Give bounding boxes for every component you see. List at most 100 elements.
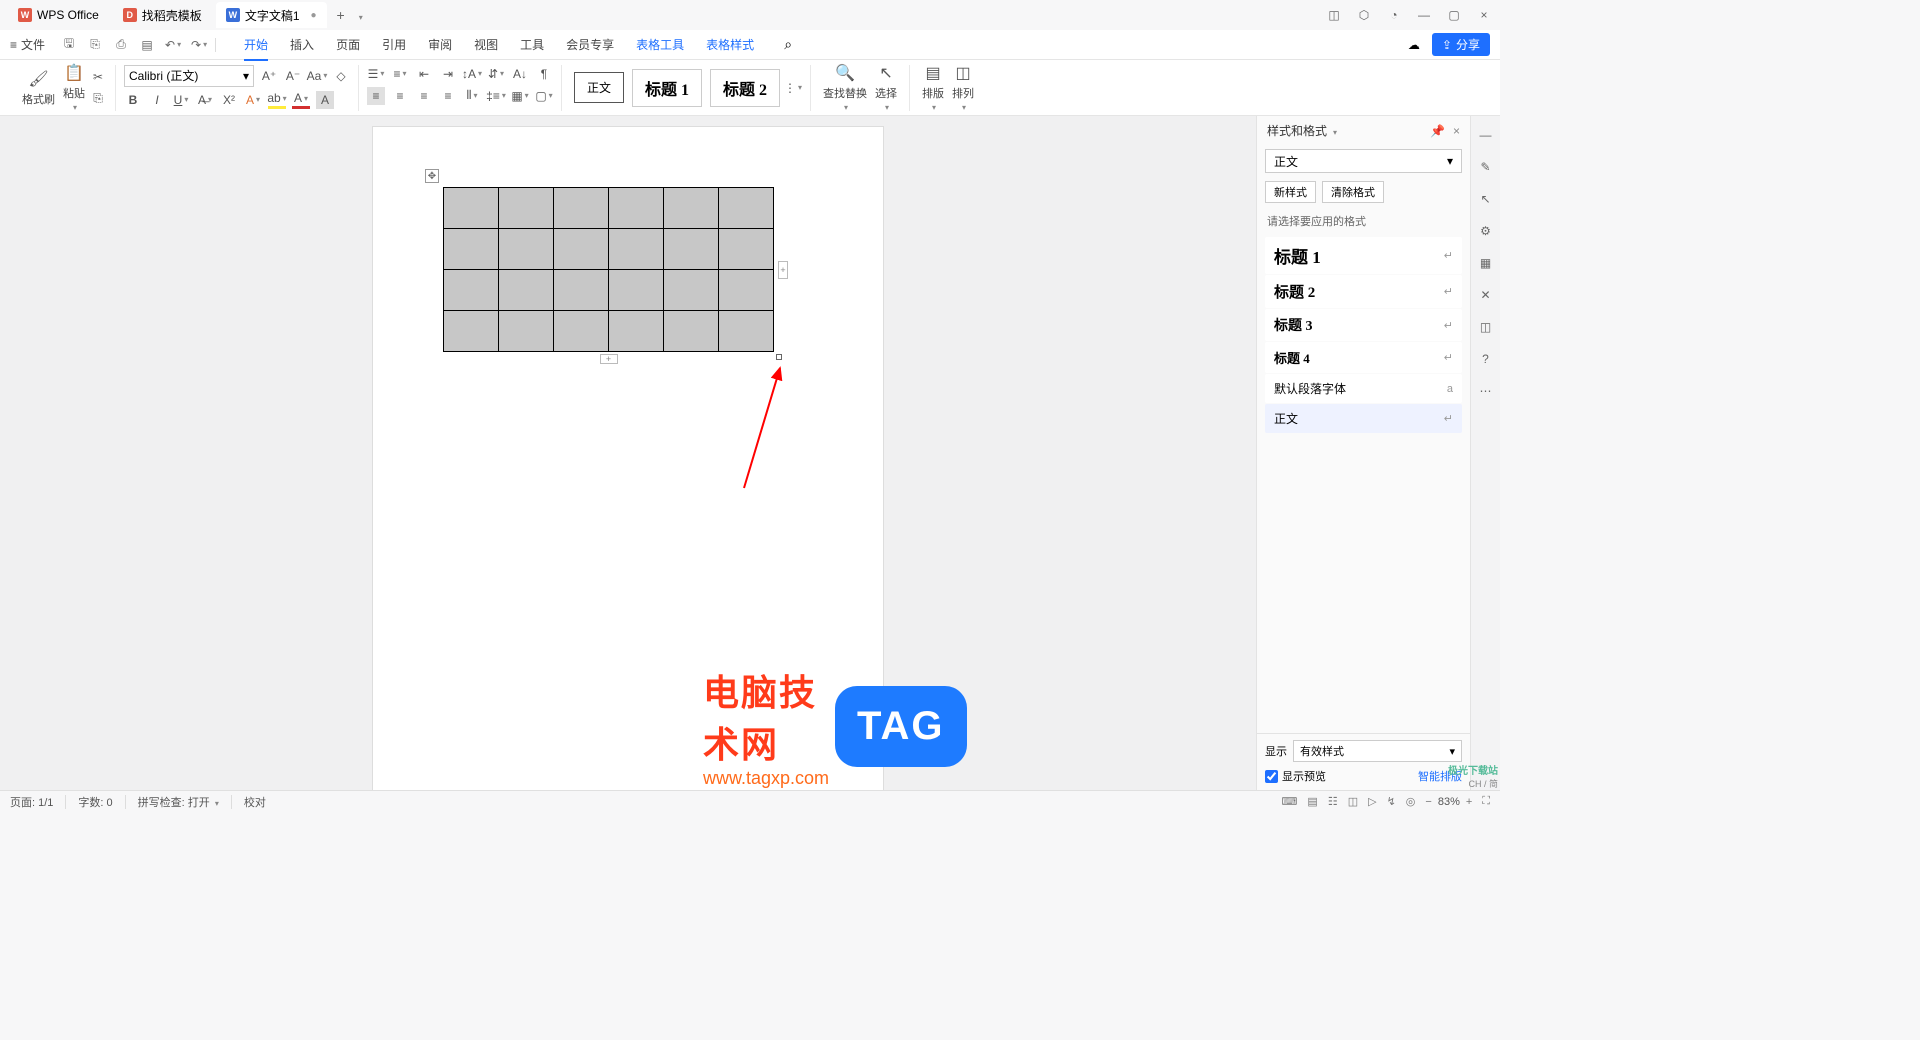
- font-grow-icon[interactable]: A⁺: [260, 67, 278, 85]
- find-replace-button[interactable]: 🔍 查找替换: [819, 63, 871, 112]
- user-avatar-icon[interactable]: ◔: [1386, 7, 1402, 23]
- tab-add-button[interactable]: +: [331, 7, 351, 23]
- status-proof[interactable]: 校对: [244, 794, 266, 810]
- view-web-icon[interactable]: ◫: [1348, 795, 1358, 808]
- tab-table-tools[interactable]: 表格工具: [626, 32, 694, 57]
- highlight-icon[interactable]: ab: [268, 91, 286, 109]
- style-item-para-font[interactable]: 默认段落字体a: [1265, 374, 1462, 403]
- reader-mode-icon[interactable]: ◫: [1326, 7, 1342, 23]
- line-spacing-icon2[interactable]: ⇵: [487, 65, 505, 83]
- show-preview-input[interactable]: [1265, 770, 1278, 783]
- export-icon[interactable]: ⎘: [87, 37, 103, 53]
- font-color-icon[interactable]: A: [292, 91, 310, 109]
- document-workspace[interactable]: ✥ + + 电脑技术网 www.tagxp.com TAG: [0, 116, 1256, 790]
- current-style-select[interactable]: 正文 ▾: [1265, 149, 1462, 173]
- shading-icon[interactable]: ▦: [511, 87, 529, 105]
- format-painter-button[interactable]: 🖌 格式刷: [18, 69, 59, 107]
- print-icon[interactable]: ⎙: [113, 37, 129, 53]
- zoom-in-button[interactable]: +: [1466, 796, 1472, 808]
- search-icon[interactable]: ⌕: [780, 37, 796, 53]
- cut-icon[interactable]: ✂: [89, 68, 107, 86]
- settings-icon[interactable]: ⚙: [1477, 222, 1495, 240]
- show-preview-checkbox[interactable]: 显示预览: [1265, 768, 1326, 784]
- close-panel-icon[interactable]: ×: [1453, 124, 1460, 138]
- table-row[interactable]: [444, 311, 774, 352]
- view-focus-icon[interactable]: ↯: [1387, 795, 1396, 808]
- table-add-col-button[interactable]: +: [778, 261, 788, 279]
- text-effects-icon[interactable]: A: [244, 91, 262, 109]
- smart-layout-link[interactable]: 智能排版: [1418, 768, 1462, 784]
- clear-format-button[interactable]: 清除格式: [1322, 181, 1384, 203]
- display-select[interactable]: 有效样式 ▾: [1293, 740, 1462, 762]
- style-item-h2[interactable]: 标题 2↵: [1265, 275, 1462, 308]
- tab-list-dropdown[interactable]: [351, 7, 369, 23]
- window-minimize-button[interactable]: —: [1416, 7, 1432, 23]
- tools-icon[interactable]: ✕: [1477, 286, 1495, 304]
- table-row[interactable]: [444, 229, 774, 270]
- table-add-row-button[interactable]: +: [600, 354, 618, 364]
- window-maximize-button[interactable]: ▢: [1446, 7, 1462, 23]
- tab-reference[interactable]: 引用: [372, 32, 416, 57]
- paste-button[interactable]: 📋 粘贴: [59, 63, 89, 112]
- font-bg-icon[interactable]: A: [316, 91, 334, 109]
- view-read-icon[interactable]: ▷: [1368, 795, 1376, 808]
- decrease-indent-icon[interactable]: ⇤: [415, 65, 433, 83]
- align-right-icon[interactable]: ≡: [415, 87, 433, 105]
- zoom-out-button[interactable]: −: [1425, 796, 1431, 808]
- style-item-h4[interactable]: 标题 4↵: [1265, 342, 1462, 373]
- italic-icon[interactable]: I: [148, 91, 166, 109]
- undo-button[interactable]: ↶: [165, 37, 181, 53]
- strikethrough-icon[interactable]: A̶: [196, 91, 214, 109]
- style-more-icon[interactable]: ⋮: [784, 79, 802, 97]
- pin-icon[interactable]: 📌: [1430, 124, 1445, 138]
- align-left-icon[interactable]: ≡: [367, 87, 385, 105]
- style-body-button[interactable]: 正文: [574, 72, 624, 103]
- tab-wps-home[interactable]: W WPS Office: [8, 2, 109, 28]
- align-justify-icon[interactable]: ≡: [439, 87, 457, 105]
- table-resize-handle[interactable]: [776, 354, 782, 360]
- pointer-icon[interactable]: ↖: [1477, 190, 1495, 208]
- panel-title-dropdown[interactable]: [1331, 124, 1337, 138]
- view-outline-icon[interactable]: ☷: [1328, 795, 1338, 808]
- cloud-icon[interactable]: ☁: [1406, 37, 1422, 53]
- help-icon[interactable]: ?: [1477, 350, 1495, 368]
- style-item-body[interactable]: 正文↵: [1265, 404, 1462, 433]
- status-page[interactable]: 页面: 1/1: [10, 794, 53, 810]
- style-item-h3[interactable]: 标题 3↵: [1265, 309, 1462, 341]
- tab-table-style[interactable]: 表格样式: [696, 32, 764, 57]
- line-spacing-icon[interactable]: ‡≡: [487, 87, 505, 105]
- tab-view[interactable]: 视图: [464, 32, 508, 57]
- change-case-icon[interactable]: Aa: [308, 67, 326, 85]
- style-h2-button[interactable]: 标题 2: [710, 69, 780, 107]
- clear-format-icon[interactable]: ◇: [332, 67, 350, 85]
- share-button[interactable]: ⇪ 分享: [1432, 33, 1490, 56]
- numbering-icon[interactable]: ≡: [391, 65, 409, 83]
- view-print-icon[interactable]: ▤: [1307, 795, 1317, 808]
- bold-icon[interactable]: B: [124, 91, 142, 109]
- tab-insert[interactable]: 插入: [280, 32, 324, 57]
- more-icon[interactable]: ⋯: [1477, 382, 1495, 400]
- align-center-icon[interactable]: ≡: [391, 87, 409, 105]
- cube-icon[interactable]: ⬡: [1356, 7, 1372, 23]
- print-preview-icon[interactable]: ▤: [139, 37, 155, 53]
- increase-indent-icon[interactable]: ⇥: [439, 65, 457, 83]
- focus-target-icon[interactable]: ◎: [1406, 795, 1416, 808]
- tab-member[interactable]: 会员专享: [556, 32, 624, 57]
- table-row[interactable]: [444, 270, 774, 311]
- table-row[interactable]: [444, 188, 774, 229]
- layout-button[interactable]: ▤ 排版: [918, 63, 948, 112]
- document-table[interactable]: [443, 187, 774, 352]
- sort-icon[interactable]: A↓: [511, 65, 529, 83]
- input-mode-icon[interactable]: ⌨: [1282, 795, 1298, 808]
- arrange-button[interactable]: ◫ 排列: [948, 63, 978, 112]
- tab-document[interactable]: W 文字文稿1 ●: [216, 2, 327, 28]
- new-style-button[interactable]: 新样式: [1265, 181, 1316, 203]
- borders-icon[interactable]: ▢: [535, 87, 553, 105]
- tab-page[interactable]: 页面: [326, 32, 370, 57]
- tab-template[interactable]: D 找稻壳模板: [113, 2, 212, 28]
- save-icon[interactable]: 🖫: [61, 37, 77, 53]
- tab-tools[interactable]: 工具: [510, 32, 554, 57]
- tab-start[interactable]: 开始: [234, 32, 278, 57]
- distribute-icon[interactable]: ⫴: [463, 87, 481, 105]
- style-h1-button[interactable]: 标题 1: [632, 69, 702, 107]
